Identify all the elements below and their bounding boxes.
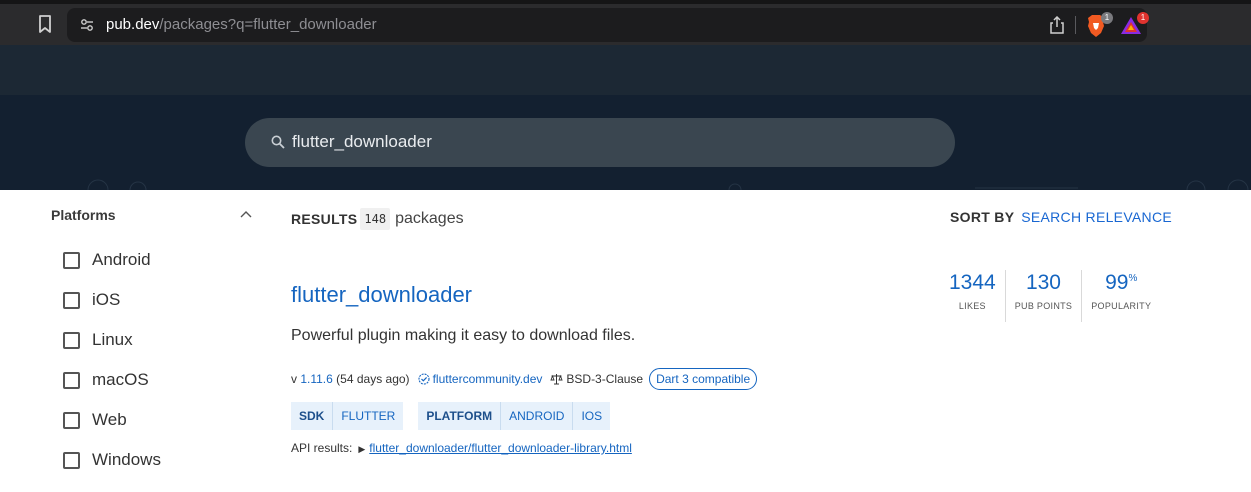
url-text: pub.dev/packages?q=flutter_downloader [106, 16, 377, 33]
license-label: BSD-3-Clause [566, 372, 644, 386]
platform-label: macOS [92, 370, 149, 389]
checkbox[interactable] [63, 251, 80, 269]
publisher-link[interactable]: fluttercommunity.dev [433, 372, 543, 386]
platform-label: iOS [92, 290, 121, 309]
package-description: Powerful plugin making it easy to downlo… [291, 327, 636, 344]
checkbox[interactable] [63, 291, 80, 309]
platform-label: Windows [92, 450, 161, 469]
likes-label: LIKES [958, 301, 986, 312]
platform-filter-linux[interactable]: Linux [63, 329, 133, 351]
platform-label: Web [92, 410, 127, 429]
pub-points-label: PUB POINTS [1014, 301, 1073, 312]
platform-label: Android [92, 250, 151, 269]
checkbox[interactable] [63, 331, 80, 349]
version-link[interactable]: 1.11.6 [300, 372, 332, 386]
url-host: pub.dev [106, 16, 160, 33]
search-icon [271, 135, 285, 149]
tag-ios[interactable]: IOS [573, 402, 610, 430]
api-results: API results: ▶ flutter_downloader/flutter_… [291, 441, 632, 455]
platform-filter-ios[interactable]: iOS [63, 289, 120, 311]
platform-tag-group: PLATFORM ANDROID IOS [418, 402, 611, 430]
rewards-badge: 1 [1137, 12, 1149, 24]
license-scale-icon [550, 374, 564, 385]
brave-shields-icon[interactable]: 1 [1085, 12, 1113, 38]
share-icon[interactable] [1049, 16, 1065, 34]
verified-publisher-icon [418, 373, 430, 385]
version-age: (54 days ago) [336, 372, 410, 386]
platforms-filter-title[interactable]: Platforms [51, 207, 116, 223]
pub-points-value: 130 [1025, 271, 1061, 294]
url-path: /packages?q=flutter_downloader [159, 16, 377, 33]
package-tags: SDK FLUTTER PLATFORM ANDROID IOS [291, 402, 625, 430]
platform-filter-windows[interactable]: Windows [63, 449, 161, 471]
results-label: RESULTS [291, 211, 358, 227]
platform-label: Linux [92, 330, 133, 349]
version-prefix: v [291, 372, 297, 386]
platform-filter-macos[interactable]: macOS [63, 369, 149, 391]
triangle-right-icon[interactable]: ▶ [358, 444, 365, 454]
popularity-suffix: % [1128, 273, 1138, 284]
sort-label: SORT BY [950, 209, 1015, 225]
api-result-link[interactable]: flutter_downloader/flutter_downloader-li… [369, 441, 632, 455]
bookmark-icon[interactable] [36, 14, 54, 34]
popularity-value: 99 [1105, 271, 1129, 294]
checkbox[interactable] [63, 371, 80, 389]
pub-points-score[interactable]: 130 PUB POINTS [1004, 270, 1082, 322]
checkbox[interactable] [63, 411, 80, 429]
toolbar-divider [1075, 16, 1076, 34]
checkbox[interactable] [63, 451, 80, 469]
tag-sdk[interactable]: SDK [291, 402, 334, 430]
chevron-up-icon[interactable] [240, 210, 252, 218]
results-summary: RESULTS 148 packages [291, 208, 464, 230]
sort-control: SORT BY SEARCH RELEVANCE [950, 209, 1172, 225]
likes-score[interactable]: 1344 LIKES [940, 270, 1005, 322]
platform-filter-android[interactable]: Android [63, 249, 151, 271]
popularity-score[interactable]: 99% POPULARITY [1081, 270, 1160, 322]
brave-badge: 1 [1101, 12, 1113, 24]
dart3-compatible-badge[interactable]: Dart 3 compatible [649, 368, 758, 390]
site-nav-bar [0, 45, 1251, 95]
address-bar[interactable]: pub.dev/packages?q=flutter_downloader 1 … [67, 8, 1149, 42]
search-query[interactable]: flutter_downloader [292, 132, 432, 152]
package-search-input[interactable]: flutter_downloader [245, 118, 955, 167]
tag-platform[interactable]: PLATFORM [418, 402, 502, 430]
tag-android[interactable]: ANDROID [501, 402, 574, 430]
package-scores: 1344 LIKES 130 PUB POINTS 99% POPULARITY [940, 270, 1160, 322]
results-count: 148 [360, 208, 391, 230]
package-metadata: v 1.11.6 (54 days ago) fluttercommunity.… [291, 368, 758, 390]
api-results-label: API results: [291, 441, 353, 455]
search-banner: flutter_downloader [0, 95, 1251, 190]
sort-dropdown[interactable]: SEARCH RELEVANCE [1021, 209, 1172, 225]
popularity-label: POPULARITY [1091, 301, 1152, 312]
site-settings-icon[interactable] [79, 17, 95, 33]
sdk-tag-group: SDK FLUTTER [291, 402, 404, 430]
popularity-value-wrap: 99% [1105, 270, 1137, 295]
package-title-link[interactable]: flutter_downloader [291, 282, 472, 308]
likes-value: 1344 [949, 271, 996, 294]
rewards-icon[interactable]: 1 [1119, 12, 1149, 38]
results-unit: packages [395, 210, 464, 227]
browser-toolbar: pub.dev/packages?q=flutter_downloader 1 … [0, 0, 1251, 45]
platform-filter-web[interactable]: Web [63, 409, 127, 431]
tag-flutter[interactable]: FLUTTER [333, 402, 403, 430]
